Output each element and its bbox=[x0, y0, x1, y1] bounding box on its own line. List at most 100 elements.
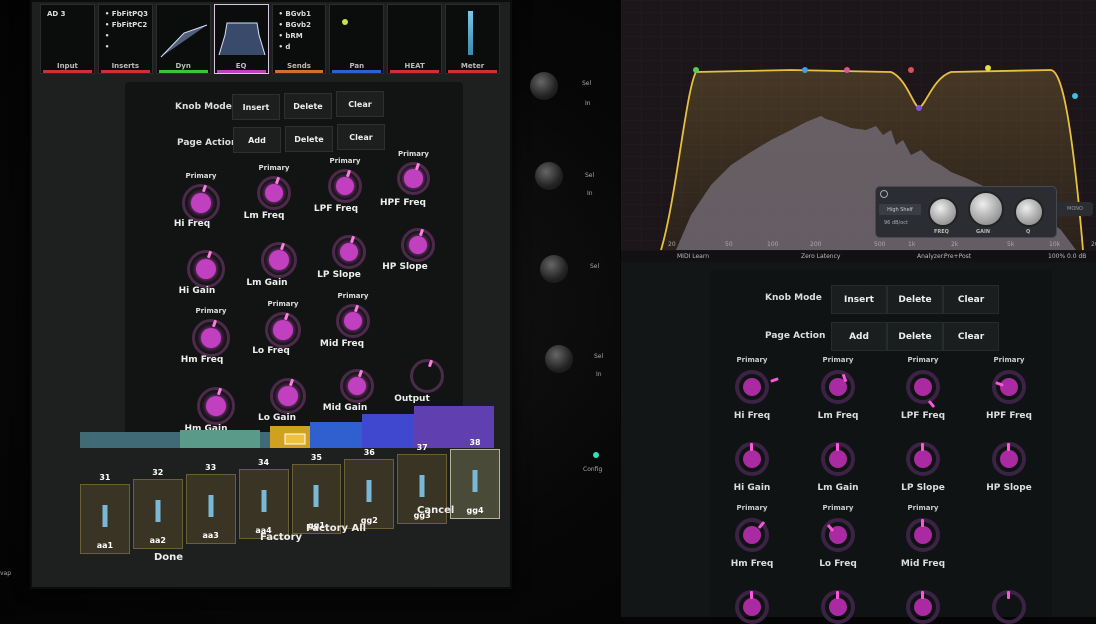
cancel-button[interactable]: Cancel bbox=[417, 505, 454, 516]
freq-tick-label: 20 bbox=[668, 241, 676, 248]
factory-all-button[interactable]: Factory All bbox=[306, 523, 366, 534]
q-knob[interactable] bbox=[1014, 197, 1044, 227]
knob-core bbox=[914, 378, 932, 396]
knob-hm-freq[interactable] bbox=[192, 319, 230, 357]
knob-hm-freq[interactable] bbox=[735, 518, 769, 552]
tab-lines: AD 3 bbox=[47, 9, 66, 20]
knob-partial[interactable] bbox=[821, 590, 855, 624]
knob-hp-slope[interactable] bbox=[992, 442, 1026, 476]
channel-tab-heat[interactable]: HEAT bbox=[387, 4, 443, 74]
channel-tab-meter[interactable]: Meter bbox=[445, 4, 500, 74]
gain-knob[interactable] bbox=[968, 191, 1004, 227]
knob-partial[interactable] bbox=[735, 590, 769, 624]
knob-lo-freq[interactable] bbox=[265, 312, 301, 348]
knob-lo-freq[interactable] bbox=[821, 518, 855, 552]
analyzer-select[interactable]: Pre+Post bbox=[944, 253, 971, 260]
add-page-button[interactable]: Add bbox=[831, 322, 887, 351]
knob-lp-slope[interactable] bbox=[332, 235, 366, 269]
knob-mode-label: Knob Mode bbox=[175, 102, 232, 112]
knob-hpf-freq[interactable] bbox=[992, 370, 1026, 404]
power-icon[interactable] bbox=[880, 190, 888, 198]
page-pad[interactable]: 38 gg4 bbox=[450, 438, 500, 519]
delete-page-button[interactable]: Delete bbox=[285, 126, 333, 152]
primary-label: Primary bbox=[822, 504, 854, 512]
channel-tab-sends[interactable]: • BGvb1 • BGvb2 • bRM • d Sends bbox=[271, 4, 327, 74]
done-button[interactable]: Done bbox=[154, 552, 183, 563]
channel-tab-eq[interactable]: EQ bbox=[213, 4, 269, 74]
pad-name: aa3 bbox=[202, 531, 219, 540]
delete-page-button[interactable]: Delete bbox=[887, 322, 943, 351]
output-gain[interactable]: 0.0 dB bbox=[1067, 253, 1086, 260]
knob-hi-freq[interactable] bbox=[182, 184, 220, 222]
insert-button[interactable]: Insert bbox=[831, 285, 887, 314]
knob-hpf-freq[interactable] bbox=[397, 162, 430, 195]
factory-button[interactable]: Factory bbox=[260, 532, 302, 543]
knob-label: Mid Freq bbox=[900, 559, 946, 569]
channel-tab-pan[interactable]: Pan bbox=[329, 4, 385, 74]
hw-sel-label: Sel bbox=[582, 80, 592, 87]
tab-line: • FbFitPC2 bbox=[104, 21, 148, 29]
knob-partial[interactable] bbox=[992, 590, 1026, 624]
freq-knob[interactable] bbox=[928, 197, 958, 227]
dynamics-curve-icon bbox=[160, 24, 207, 58]
knob-lm-gain[interactable] bbox=[821, 442, 855, 476]
knob-output[interactable] bbox=[410, 359, 444, 393]
hw-in-label: In bbox=[596, 371, 602, 378]
clear-page-button[interactable]: Clear bbox=[943, 322, 999, 351]
mono-button[interactable]: MONO bbox=[1057, 202, 1093, 216]
band-slope[interactable]: 96 dB/oct bbox=[884, 220, 908, 226]
page-pad[interactable]: 33 aa3 bbox=[185, 463, 236, 544]
knob-hi-gain[interactable] bbox=[187, 250, 225, 288]
eq-status-bar: MIDI Learn Zero Latency Analyzer: Pre+Po… bbox=[621, 251, 1096, 262]
knob-core bbox=[404, 169, 423, 188]
knob-lm-gain[interactable] bbox=[261, 242, 297, 278]
channel-tab-strip: AD 3 Input • FbFitPQ3 • FbFitPC2 • • Inserts Dy… bbox=[40, 4, 500, 74]
knob-mid-gain[interactable] bbox=[340, 369, 374, 403]
midi-learn-button[interactable]: MIDI Learn bbox=[677, 253, 709, 260]
page-pad[interactable]: 34 aa4 bbox=[238, 458, 289, 539]
knob-mid-freq[interactable] bbox=[906, 518, 940, 552]
clear-knob-button[interactable]: Clear bbox=[943, 285, 999, 314]
knob-hp-slope[interactable] bbox=[401, 228, 435, 262]
knob-lp-slope[interactable] bbox=[906, 442, 940, 476]
knob-lpf-freq[interactable] bbox=[328, 169, 362, 203]
page-pad[interactable]: 31 aa1 bbox=[80, 473, 130, 554]
tablet-screen: AD 3 Input • FbFitPQ3 • FbFitPC2 • • Inserts Dy… bbox=[32, 2, 510, 587]
pad-number: 33 bbox=[205, 463, 217, 472]
knob-core bbox=[829, 450, 847, 468]
freq-tick-label: 2k bbox=[951, 241, 959, 248]
knob-label: LPF Freq bbox=[900, 411, 946, 421]
page-pad[interactable]: 36 gg2 bbox=[344, 448, 395, 529]
knob-lpf-freq[interactable] bbox=[906, 370, 940, 409]
clear-knob-button[interactable]: Clear bbox=[336, 91, 384, 117]
tab-label: Sends bbox=[286, 62, 311, 70]
knob-lm-freq[interactable] bbox=[257, 176, 291, 210]
knob-core bbox=[278, 386, 298, 406]
delete-knob-button[interactable]: Delete bbox=[284, 93, 332, 119]
pad-number: 31 bbox=[99, 473, 111, 482]
channel-tab-inserts[interactable]: • FbFitPQ3 • FbFitPC2 • • Inserts bbox=[97, 4, 153, 74]
page-pad[interactable]: 32 aa2 bbox=[132, 468, 183, 549]
zoom-select[interactable]: 100% bbox=[1048, 253, 1065, 260]
knob-indicator bbox=[750, 591, 753, 599]
tab-label: Meter bbox=[460, 62, 485, 70]
pad-number: 38 bbox=[469, 438, 481, 447]
insert-button[interactable]: Insert bbox=[232, 94, 280, 120]
add-page-button[interactable]: Add bbox=[233, 127, 281, 153]
freq-tick-label: 100 bbox=[767, 241, 779, 248]
knob-lm-freq[interactable] bbox=[821, 370, 855, 404]
channel-tab-dyn[interactable]: Dyn bbox=[155, 4, 211, 74]
band-shape-select[interactable]: High Shelf bbox=[879, 204, 921, 215]
knob-partial[interactable] bbox=[906, 590, 940, 624]
latency-select[interactable]: Zero Latency bbox=[801, 253, 840, 260]
tab-line: • FbFitPQ3 bbox=[104, 10, 149, 18]
gain-label: GAIN bbox=[976, 229, 991, 235]
delete-knob-button[interactable]: Delete bbox=[887, 285, 943, 314]
channel-tab-input[interactable]: AD 3 Input bbox=[40, 4, 95, 74]
knob-hi-gain[interactable] bbox=[735, 442, 769, 476]
clear-page-button[interactable]: Clear bbox=[337, 124, 385, 150]
knob-hi-freq[interactable] bbox=[735, 370, 779, 404]
tablet-device: AD 3 Input • FbFitPQ3 • FbFitPC2 • • Inserts Dy… bbox=[30, 0, 512, 589]
knob-indicator bbox=[1007, 591, 1010, 599]
knob-mid-freq[interactable] bbox=[336, 304, 370, 338]
